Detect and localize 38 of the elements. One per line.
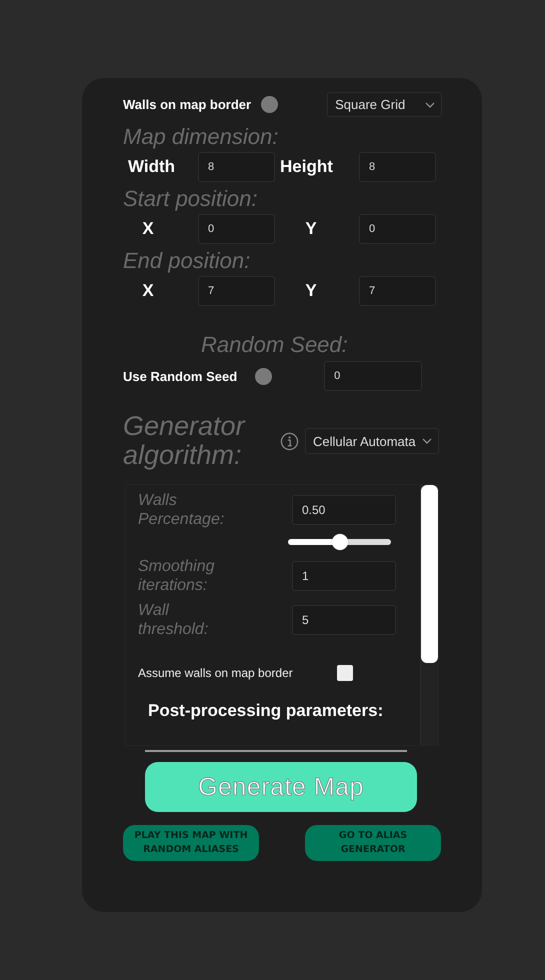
input-field[interactable]: 0 [198, 214, 275, 244]
parameter-label: Walls Percentage: [138, 491, 226, 529]
input-field[interactable]: 0.50 [292, 495, 396, 525]
scrollbar[interactable] [420, 485, 438, 745]
algorithm-dropdown[interactable]: Cellular Automata [305, 428, 439, 454]
toggle-label: Walls on map border [123, 97, 252, 112]
parameter-label: Smoothing iterations: [138, 557, 216, 595]
field-label: Width [128, 157, 176, 177]
input-field[interactable]: 1 [292, 561, 396, 591]
checkbox-label: Assume walls on map border [138, 666, 294, 680]
field-label: X [142, 281, 154, 301]
input-field[interactable]: 5 [292, 605, 396, 635]
section-title: End position: [123, 248, 252, 274]
caret-icon [425, 102, 436, 108]
caret-icon [422, 438, 432, 444]
seed-field[interactable]: 0 [324, 361, 422, 391]
input-field[interactable]: 8 [359, 152, 436, 182]
input-field[interactable]: 0 [359, 214, 436, 244]
section-title: Generator algorithm: [123, 412, 246, 470]
slider[interactable] [288, 534, 391, 550]
toggle-label: Use Random Seed [123, 368, 238, 384]
parameter-label: Wall threshold: [138, 601, 210, 639]
checkbox[interactable] [337, 665, 353, 681]
section-title: Start position: [123, 186, 259, 212]
field-label: X [142, 219, 154, 239]
info-icon[interactable] [280, 432, 299, 450]
input-field[interactable]: 8 [198, 152, 275, 182]
field-label: Y [305, 219, 317, 239]
field-label: Y [305, 281, 317, 301]
input-field[interactable]: 7 [359, 276, 436, 306]
toggle-switch[interactable] [261, 96, 278, 113]
section-heading: Post-processing parameters: [148, 701, 384, 721]
grid-type-dropdown[interactable]: Square Grid [327, 92, 442, 117]
section-title: Random Seed: [201, 332, 349, 358]
field-label: Height [280, 157, 334, 177]
toggle-switch[interactable] [255, 368, 272, 384]
section-title: Map dimension: [123, 124, 280, 150]
input-field[interactable]: 7 [198, 276, 275, 306]
